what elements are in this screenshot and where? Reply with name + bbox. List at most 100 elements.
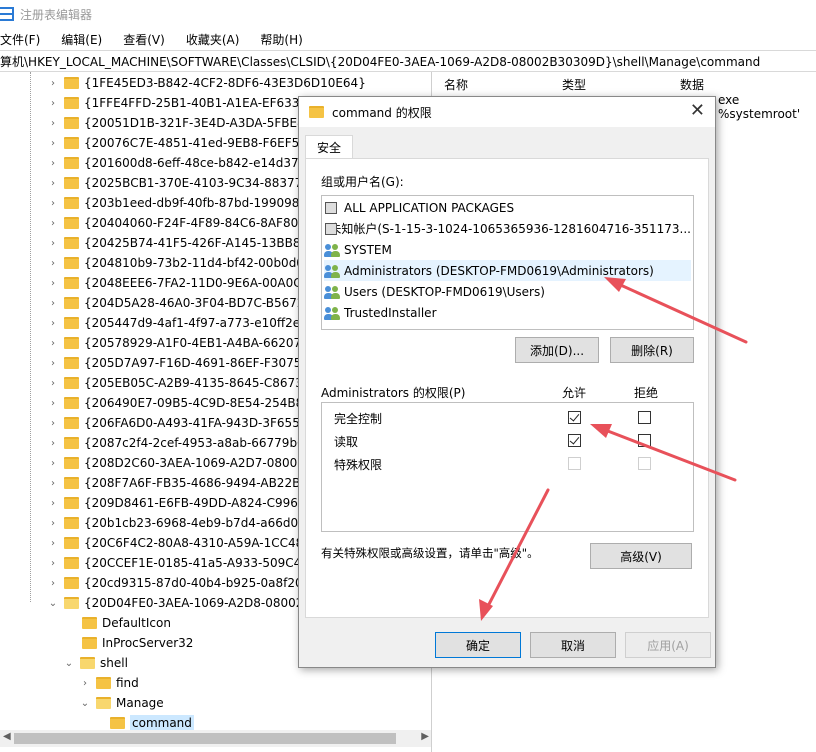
list-item-system[interactable]: SYSTEM [324,239,691,260]
chevron-right-icon[interactable]: › [48,538,58,549]
chevron-right-icon[interactable]: › [48,258,58,269]
list-item-all-app-packages[interactable]: ALL APPLICATION PACKAGES [324,197,691,218]
chevron-right-icon[interactable]: › [48,238,58,249]
advanced-button[interactable]: 高级(V) [590,543,692,569]
chevron-right-icon[interactable]: › [48,578,58,589]
tree-item[interactable]: › {20404060-F24F-4F89-84C6-8AF80B0A [48,213,322,233]
chevron-right-icon[interactable]: › [48,78,58,89]
deny-full-control-checkbox[interactable] [638,411,651,424]
chevron-right-icon[interactable]: › [48,338,58,349]
chevron-right-icon[interactable]: › [48,458,58,469]
scroll-left-icon[interactable]: ◀ [3,731,11,742]
list-item-trustedinstaller[interactable]: TrustedInstaller [324,302,691,323]
chevron-right-icon[interactable]: › [48,358,58,369]
tree-item[interactable]: › {20578929-A1F0-4EB1-A4BA-662072 [48,333,309,353]
tree-item[interactable]: › {201600d8-6eff-48ce-b842-e14d37a0 [48,153,314,173]
deny-header: 拒绝 [634,386,659,400]
folder-icon [110,717,125,729]
tree-item[interactable]: › {20051D1B-321F-3E4D-A3DA-5FBE89 [48,113,312,133]
tree-item[interactable]: › {205D7A97-F16D-4691-86EF-F3075DC [48,353,319,373]
tree-item[interactable]: › {2087c2f4-2cef-4953-a8ab-66779b67 [48,433,312,453]
users-list[interactable]: ALL APPLICATION PACKAGES 未知帐户(S-1-15-3-1… [321,195,694,330]
tree-item-shell[interactable]: ⌄ shell [64,653,128,673]
chevron-right-icon[interactable]: › [48,218,58,229]
deny-read-checkbox[interactable] [638,434,651,447]
chevron-right-icon[interactable]: › [48,138,58,149]
chevron-right-icon[interactable]: › [48,518,58,529]
tree-item[interactable]: › {1FE45ED3-B842-4CF2-8DF6-43E3D6D10E64} [48,73,366,93]
tree-item[interactable]: › {208F7A6F-FB35-4686-9494-AB22B7B [48,473,316,493]
scroll-thumb[interactable] [14,733,396,744]
tree-item[interactable]: › {204D5A28-46A0-3F04-BD7C-B56726 [48,293,312,313]
chevron-right-icon[interactable]: › [48,418,58,429]
chevron-down-icon[interactable]: ⌄ [80,698,90,709]
tab-security[interactable]: 安全 [305,135,353,159]
close-icon[interactable]: ✕ [690,102,705,120]
tree-horizontal-scrollbar[interactable]: ◀ ▶ [0,730,431,747]
menu-edit[interactable]: 编辑(E) [61,31,109,48]
chevron-right-icon[interactable]: › [48,438,58,449]
chevron-right-icon[interactable]: › [48,498,58,509]
tree-item-inprocserver32[interactable]: InProcServer32 [82,633,193,653]
chevron-right-icon[interactable]: › [80,678,90,689]
tree-item[interactable]: › {20076C7E-4851-41ed-9EB8-F6EF5F2B [48,133,322,153]
list-item-unknown-account[interactable]: 未知帐户(S-1-15-3-1024-1065365936-1281604716… [324,218,691,239]
chevron-right-icon[interactable]: › [48,198,58,209]
dialog-title: command 的权限 [332,105,432,120]
tree-item[interactable]: › {2025BCB1-370E-4103-9C34-883770F [48,173,317,193]
chevron-right-icon[interactable]: › [48,318,58,329]
column-name[interactable]: 名称 [444,72,468,96]
chevron-down-icon[interactable]: ⌄ [48,598,58,609]
groups-label: 组或用户名(G): [321,175,404,189]
allow-read-checkbox[interactable] [568,434,581,447]
tree-item-defaulticon[interactable]: DefaultIcon [82,613,171,633]
tree-item[interactable]: › {20C6F4C2-80A8-4310-A59A-1CC487 [48,533,311,553]
tree-item-label: {20578929-A1F0-4EB1-A4BA-662072 [84,336,309,350]
chevron-right-icon[interactable]: › [48,478,58,489]
tree-item[interactable]: › {20cd9315-87d0-40b4-b925-0a8f208 [48,573,310,593]
tree-item-label: {2087c2f4-2cef-4953-a8ab-66779b67 [84,436,313,450]
chevron-right-icon[interactable]: › [48,98,58,109]
chevron-right-icon[interactable]: › [48,558,58,569]
menu-favorites[interactable]: 收藏夹(A) [186,31,247,48]
tree-item[interactable]: › {20b1cb23-6968-4eb9-b7d4-a66d00c [48,513,312,533]
tree-item-find[interactable]: › find [80,673,139,693]
tree-item[interactable]: › {209D8461-E6FB-49DD-A824-C9962A [48,493,314,513]
tree-item[interactable]: › {205447d9-4af1-4f97-a773-e10ff2e44 [48,313,315,333]
chevron-down-icon[interactable]: ⌄ [64,658,74,669]
chevron-right-icon[interactable]: › [48,378,58,389]
tree-item-manage[interactable]: ⌄ Manage [80,693,164,713]
tree-item[interactable]: › {20CCEF1E-0185-41a5-A933-509C43B [48,553,317,573]
remove-button[interactable]: 删除(R) [610,337,694,363]
tree-item[interactable]: › {205EB05C-A2B9-4135-8645-C8673A [48,373,311,393]
cancel-button[interactable]: 取消 [530,632,616,658]
chevron-right-icon[interactable]: › [48,398,58,409]
tree-item[interactable]: › {1FFE4FFD-25B1-40B1-A1EA-EF633358 [48,93,322,113]
tree-item[interactable]: › {2048EEE6-7FA2-11D0-9E6A-00A0C91 [48,273,317,293]
tree-item[interactable]: › {208D2C60-3AEA-1069-A2D7-08002B [48,453,313,473]
menu-view[interactable]: 查看(V) [123,31,172,48]
ok-button[interactable]: 确定 [435,632,521,658]
tree-item[interactable]: ⌄ {20D04FE0-3AEA-1069-A2D8-08002B3 [48,593,319,613]
menu-file[interactable]: 文件(F) [0,31,47,48]
chevron-right-icon[interactable]: › [48,118,58,129]
scroll-right-icon[interactable]: ▶ [421,731,429,742]
tree-item[interactable]: › {206FA6D0-A493-41FA-943D-3F65508 [48,413,315,433]
chevron-right-icon[interactable]: › [48,278,58,289]
tree-item[interactable]: › {204810b9-73b2-11d4-bf42-00b0d01 [48,253,312,273]
address-path[interactable]: 计算机\HKEY_LOCAL_MACHINE\SOFTWARE\Classes\… [0,53,760,70]
tree-item[interactable]: › {20425B74-41F5-426F-A145-13BB845 [48,233,316,253]
chevron-right-icon[interactable]: › [48,178,58,189]
tree-item[interactable]: › {206490E7-09B5-4C9D-8E54-254B87A [48,393,319,413]
column-type[interactable]: 类型 [562,72,586,96]
chevron-right-icon[interactable]: › [48,298,58,309]
chevron-right-icon[interactable]: › [48,158,58,169]
address-bar[interactable]: 计算机\HKEY_LOCAL_MACHINE\SOFTWARE\Classes\… [0,50,816,72]
allow-full-control-checkbox[interactable] [568,411,581,424]
tree-item[interactable]: › {203b1eed-db9f-40fb-87bd-1990982 [48,193,307,213]
column-data[interactable]: 数据 [680,72,704,96]
list-item-administrators[interactable]: Administrators (DESKTOP-FMD0619\Administ… [324,260,691,281]
menu-help[interactable]: 帮助(H) [260,31,309,48]
add-button[interactable]: 添加(D)... [515,337,599,363]
list-item-users[interactable]: Users (DESKTOP-FMD0619\Users) [324,281,691,302]
